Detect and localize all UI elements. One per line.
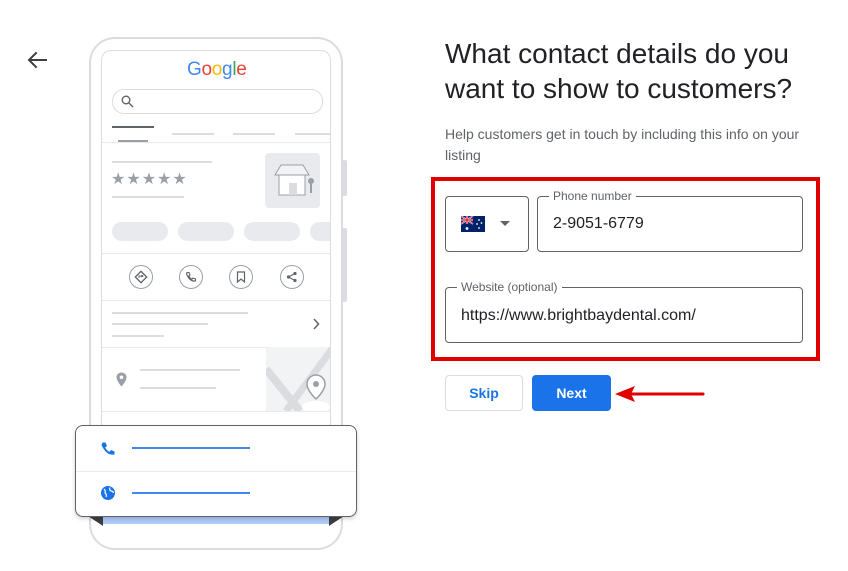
divider [76,471,356,472]
placeholder-line [112,323,208,325]
pointer-arrow-icon [615,386,705,402]
chevron-right-icon [313,318,320,330]
placeholder-line [140,387,216,389]
map-thumbnail [266,347,330,411]
country-code-select[interactable] [445,196,529,252]
placeholder-line [140,369,240,371]
phone-placeholder-line [132,447,250,449]
arrow-left-icon [27,51,47,69]
placeholder-pill [112,222,168,241]
store-icon [274,164,314,196]
store-thumbnail [265,153,320,208]
phone-icon [101,442,115,455]
placeholder-line [112,161,212,163]
placeholder-line [112,312,248,314]
page-subtitle: Help customers get in touch by including… [445,126,800,163]
directions-icon [129,265,153,289]
phone-screen: Google ★★★★★ [101,50,331,440]
back-button[interactable] [24,48,50,72]
placeholder-line [112,196,184,198]
rating-stars: ★★★★★ [111,171,188,188]
placeholder-pill [244,222,300,241]
website-value[interactable]: https://www.brightbaydental.com/ [461,307,696,325]
location-pin-icon [116,372,127,387]
bookmark-icon [229,265,253,289]
dropdown-arrow-icon [500,221,510,226]
website-placeholder-line [132,492,250,494]
website-field[interactable]: Website (optional) https://www.brightbay… [445,280,803,343]
phone-number-label: Phone number [549,189,636,203]
illustration-search-bar [112,89,323,114]
google-logo: Google [187,59,247,80]
contact-card-illustration [75,425,357,517]
placeholder-pill [310,222,330,241]
skip-button[interactable]: Skip [445,375,523,411]
illustration-tab [295,133,330,135]
placeholder-pill [178,222,234,241]
website-label: Website (optional) [457,280,562,294]
placeholder-line [112,335,164,337]
map-pin-icon [266,347,330,411]
phone-side-button [342,228,347,302]
divider [102,253,330,254]
illustration-tab [233,133,275,135]
phone-number-field[interactable]: Phone number 2-9051-6779 [537,189,803,252]
divider [102,142,330,143]
divider [102,300,330,301]
illustration-tab [112,126,154,128]
phone-side-button [342,160,347,196]
globe-icon [101,486,115,500]
search-icon [121,95,134,108]
share-icon [280,265,304,289]
phone-number-value[interactable]: 2-9051-6779 [553,215,644,233]
next-button[interactable]: Next [532,375,611,411]
australia-flag-icon [461,216,485,232]
illustration-tab [172,133,214,135]
phone-icon [179,265,203,289]
divider [102,411,330,412]
page-title: What contact details do you want to show… [445,38,793,104]
